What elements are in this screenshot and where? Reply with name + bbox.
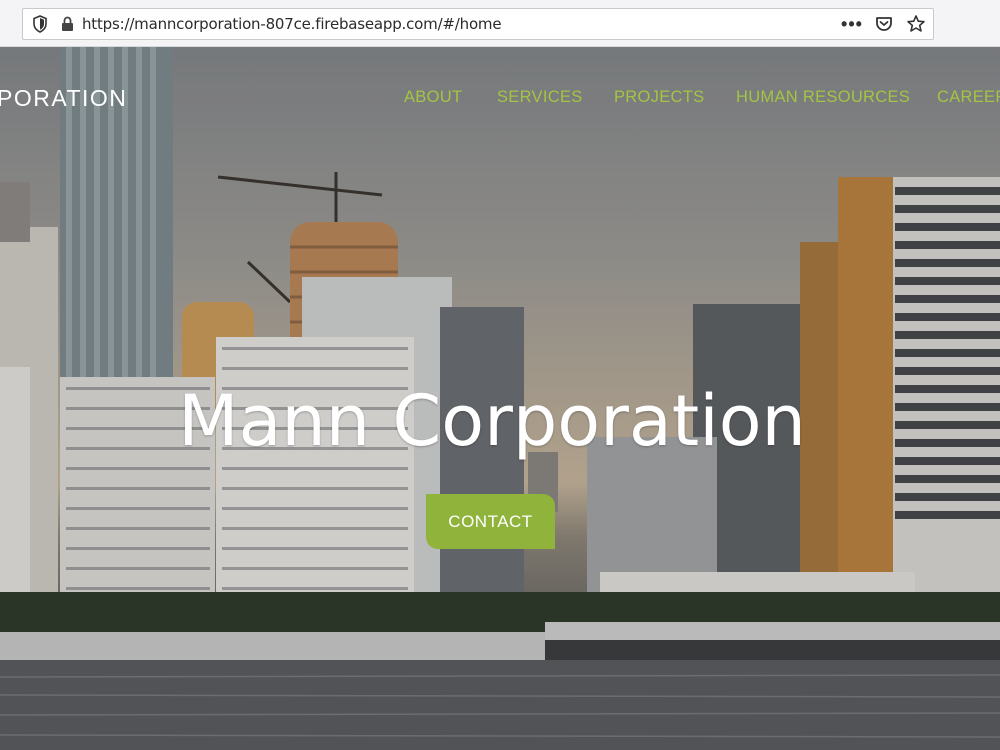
hero-title: Mann Corporation [178,380,806,462]
address-bar-actions: ••• [841,9,927,39]
main-nav: ABOUT SERVICES PROJECTS HUMAN RESOURCES … [0,88,1000,112]
hero-section: PORATION ABOUT SERVICES PROJECTS HUMAN R… [0,47,1000,750]
more-icon-glyph: ••• [841,14,863,34]
bookmark-star-icon[interactable] [905,13,927,35]
more-icon[interactable]: ••• [841,13,863,35]
shield-icon[interactable] [30,14,50,34]
url-text[interactable]: https://manncorporation-807ce.firebaseap… [82,15,502,33]
browser-toolbar: https://manncorporation-807ce.firebaseap… [0,0,1000,47]
address-bar[interactable]: https://manncorporation-807ce.firebaseap… [22,8,934,40]
contact-button[interactable]: CONTACT [426,494,555,549]
pocket-icon[interactable] [873,13,895,35]
nav-item-services[interactable]: SERVICES [497,88,583,107]
nav-item-projects[interactable]: PROJECTS [614,88,704,107]
nav-item-career[interactable]: CAREER [937,88,1000,107]
lock-icon[interactable] [58,14,76,34]
nav-item-human-resources[interactable]: HUMAN RESOURCES [736,88,910,107]
nav-item-about[interactable]: ABOUT [404,88,462,107]
